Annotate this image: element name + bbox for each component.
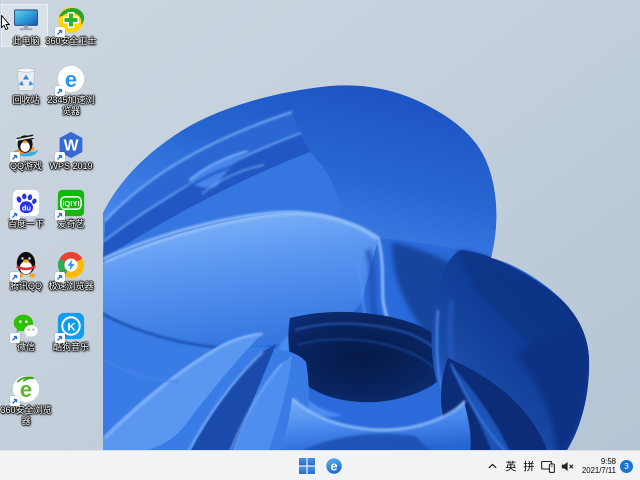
svg-text:e: e [330,459,337,473]
svg-text:K: K [67,321,76,333]
svg-text:iQIYI: iQIYI [62,199,79,208]
svg-text:e: e [65,67,77,92]
svg-text:e: e [20,377,32,402]
svg-text:W: W [64,138,79,155]
svg-text:du: du [22,203,32,212]
